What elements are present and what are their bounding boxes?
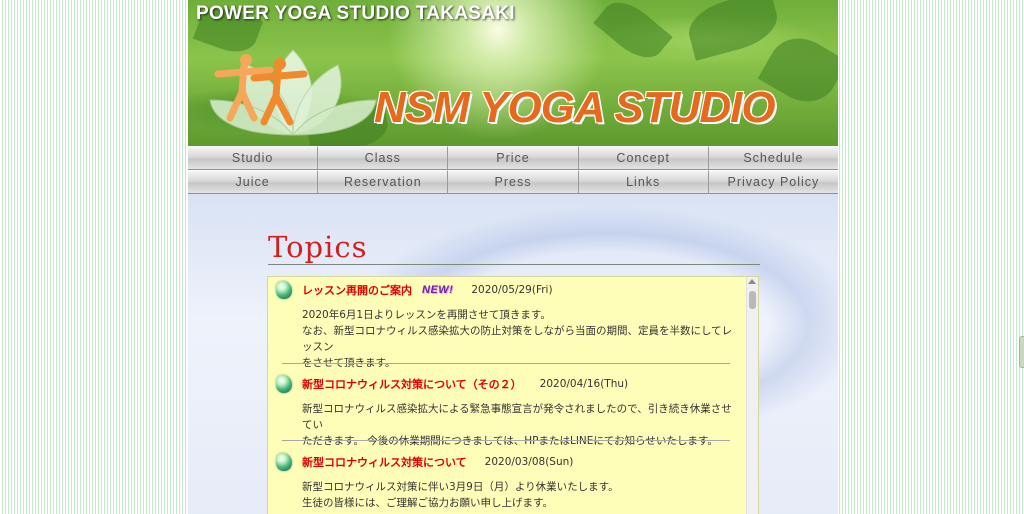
gem-bullet-icon xyxy=(276,453,292,471)
news-scrollbar[interactable] xyxy=(746,277,758,514)
news-entry-title: 新型コロナウィルス対策について（その２） xyxy=(302,378,522,391)
gem-bullet-icon xyxy=(276,281,292,299)
news-entry-title: 新型コロナウィルス対策について xyxy=(302,456,467,469)
news-entry-line: ただきます。 今後の休業期間につきましては、HPまたはLINEにてお知らせいたし… xyxy=(302,435,718,447)
news-entry-header: 新型コロナウィルス対策について 2020/03/08(Sun) xyxy=(276,451,573,473)
nav-item-press[interactable]: Press xyxy=(448,170,579,194)
nav-row-secondary: Juice Reservation Press Links Privacy Po… xyxy=(188,170,838,194)
leaf-decoration xyxy=(683,0,783,61)
site-top-title: POWER YOGA STUDIO TAKASAKI xyxy=(196,3,515,24)
nav-item-juice[interactable]: Juice xyxy=(188,170,319,194)
nav-item-studio[interactable]: Studio xyxy=(188,146,319,170)
news-entry-title: レッスン再開のご案内 xyxy=(302,284,412,297)
nav-item-price[interactable]: Price xyxy=(448,146,579,170)
page-container: POWER YOGA STUDIO TAKASAKI NSM YOGA STUD… xyxy=(188,0,838,514)
news-entry-line: 新型コロナウィルス感染拡大による緊急事態宣言が発令されましたので、引き続き休業さ… xyxy=(302,403,732,431)
news-entry-body: 新型コロナウィルス対策に伴い3月9日（月）より休業いたします。 生徒の皆様には、… xyxy=(302,479,742,511)
news-entry-separator xyxy=(282,363,730,364)
topics-heading: Topics xyxy=(268,230,368,264)
gem-bullet-icon xyxy=(276,375,292,393)
nav-item-schedule[interactable]: Schedule xyxy=(708,146,838,170)
lotus-yoga-logo xyxy=(209,49,377,136)
news-entry-header: 新型コロナウィルス対策について（その２） 2020/04/16(Thu) xyxy=(276,373,628,395)
nav-item-class[interactable]: Class xyxy=(318,146,449,170)
page-edge-tab xyxy=(1019,336,1024,368)
news-entry-line: 2020年6月1日よりレッスンを再開させて頂きます。 xyxy=(302,309,551,321)
header-banner: POWER YOGA STUDIO TAKASAKI NSM YOGA STUD… xyxy=(188,0,838,146)
news-entry-body: 新型コロナウィルス感染拡大による緊急事態宣言が発令されましたので、引き続き休業さ… xyxy=(302,401,742,449)
news-entry-date: 2020/05/29(Fri) xyxy=(471,284,553,296)
nav-item-links[interactable]: Links xyxy=(578,170,709,194)
nav-item-reservation[interactable]: Reservation xyxy=(318,170,449,194)
news-entry-line: 生徒の皆様には、ご理解ご協力お願い申し上げます。 xyxy=(302,497,553,509)
scrollbar-thumb[interactable] xyxy=(749,291,756,309)
news-entry-body: 2020年6月1日よりレッスンを再開させて頂きます。 なお、新型コロナウィルス感… xyxy=(302,307,742,371)
leaf-decoration xyxy=(593,0,673,68)
news-entry-header: レッスン再開のご案内 NEW! 2020/05/29(Fri) xyxy=(276,279,553,301)
news-entry-separator xyxy=(282,440,730,441)
main-navigation: Studio Class Price Concept Schedule Juic… xyxy=(188,146,838,194)
news-entry-line: なお、新型コロナウィルス感染拡大の防止対策をしながら当面の期間、定員を半数にして… xyxy=(302,325,733,353)
news-entry-line: 新型コロナウィルス対策に伴い3月9日（月）より休業いたします。 xyxy=(302,481,619,493)
new-badge: NEW! xyxy=(422,284,454,296)
nav-row-primary: Studio Class Price Concept Schedule xyxy=(188,146,838,170)
topics-divider xyxy=(268,264,760,265)
nav-item-privacy-policy[interactable]: Privacy Policy xyxy=(708,170,838,194)
main-content: Topics レッスン再開のご案内 NEW! 2020/05/29(Fri) 2… xyxy=(188,194,838,514)
scroll-up-arrow-icon[interactable] xyxy=(748,279,756,284)
nav-item-concept[interactable]: Concept xyxy=(578,146,709,170)
news-entry-date: 2020/04/16(Thu) xyxy=(539,378,629,390)
brand-logo-text: NSM YOGA STUDIO xyxy=(374,83,776,132)
news-entry-date: 2020/03/08(Sun) xyxy=(484,456,574,468)
news-scroll-box[interactable]: レッスン再開のご案内 NEW! 2020/05/29(Fri) 2020年6月1… xyxy=(267,276,759,514)
